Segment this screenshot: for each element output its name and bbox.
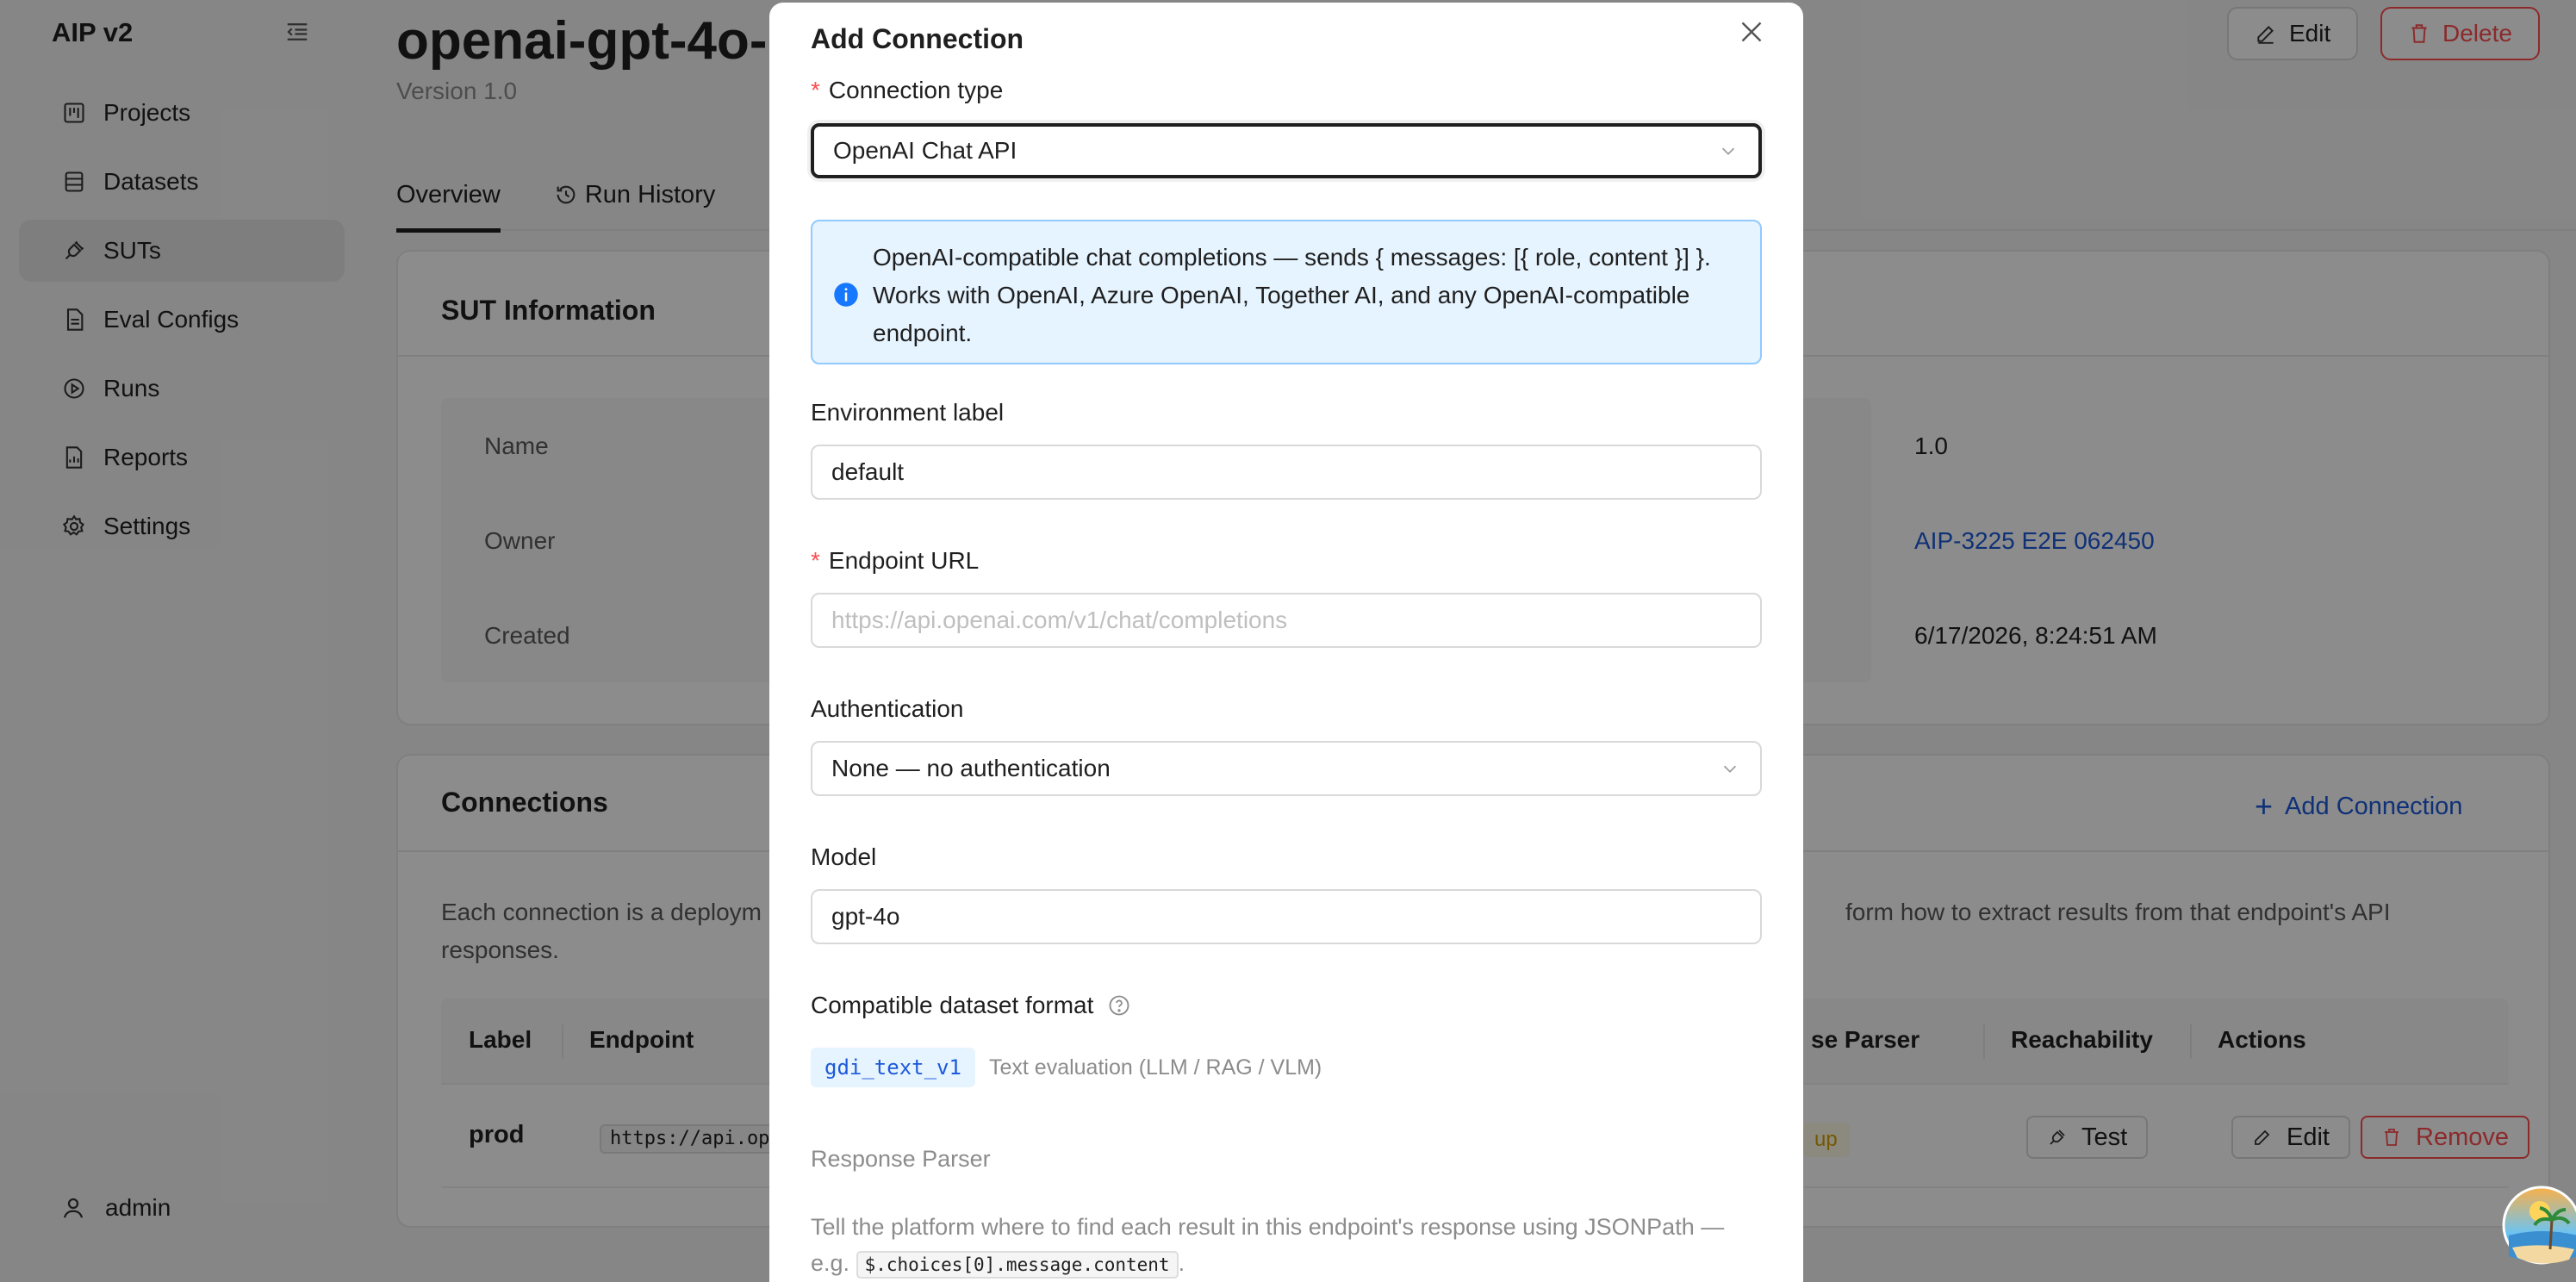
assistant-avatar-button[interactable] — [2500, 1182, 2576, 1282]
endpoint-url-input[interactable]: https://api.openai.com/v1/chat/completio… — [811, 593, 1762, 648]
label-text: Endpoint URL — [828, 547, 980, 574]
info-text: OpenAI-compatible chat completions — sen… — [873, 244, 1711, 346]
add-connection-modal: Add Connection * Connection type OpenAI C… — [769, 3, 1803, 1282]
label-text: Connection type — [828, 77, 1004, 103]
model-input[interactable]: gpt-4o — [811, 889, 1762, 944]
label-text: Compatible dataset format — [811, 992, 1094, 1018]
modal-title: Add Connection — [811, 23, 1024, 54]
chevron-down-icon — [1721, 147, 1735, 155]
dataset-format-label: Compatible dataset format — [811, 992, 1131, 1019]
question-circle-icon[interactable] — [1107, 993, 1131, 1018]
connection-type-label: * Connection type — [811, 77, 1004, 103]
beach-avatar-icon — [2502, 1186, 2576, 1265]
dataset-format-chip: gdi_text_v1 — [811, 1048, 975, 1087]
select-value: None — no authentication — [831, 755, 1111, 781]
input-value: default — [831, 458, 905, 485]
input-placeholder: https://api.openai.com/v1/chat/completio… — [831, 607, 1288, 633]
parser-example-code: $.choices[0].message.content — [856, 1251, 1179, 1279]
parser-end: . — [1178, 1250, 1185, 1276]
authentication-select[interactable]: None — no authentication — [811, 741, 1762, 796]
chevron-down-icon — [1723, 765, 1737, 773]
connection-type-info: OpenAI-compatible chat completions — sen… — [811, 220, 1762, 364]
parser-eg: e.g. — [811, 1250, 850, 1276]
input-value: gpt-4o — [831, 903, 900, 930]
response-parser-title: Response Parser — [811, 1146, 991, 1172]
response-parser-desc: Tell the platform where to find each res… — [811, 1209, 1762, 1282]
select-value: OpenAI Chat API — [833, 137, 1017, 164]
dataset-format-desc: Text evaluation (LLM / RAG / VLM) — [989, 1055, 1322, 1080]
connection-type-select[interactable]: OpenAI Chat API — [811, 123, 1762, 178]
close-icon[interactable] — [1736, 16, 1767, 47]
parser-desc-text: Tell the platform where to find each res… — [811, 1214, 1725, 1240]
info-icon — [834, 283, 858, 307]
environment-label: Environment label — [811, 399, 1005, 426]
model-label: Model — [811, 843, 877, 870]
endpoint-url-label: * Endpoint URL — [811, 547, 980, 574]
environment-input[interactable]: default — [811, 445, 1762, 500]
authentication-label: Authentication — [811, 695, 964, 722]
